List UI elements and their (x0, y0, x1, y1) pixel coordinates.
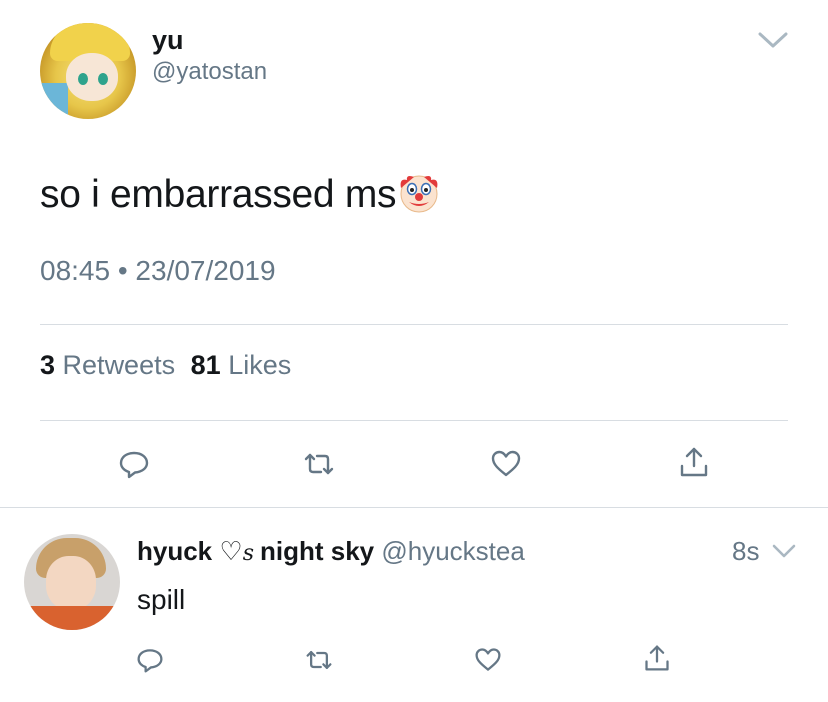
likes-label[interactable]: Likes (228, 350, 291, 380)
chevron-down-icon[interactable] (757, 30, 789, 50)
retweet-icon[interactable] (303, 448, 335, 480)
reply-author-avatar[interactable] (24, 534, 120, 630)
reply-author-name[interactable]: hyuck ♡s night sky (137, 536, 374, 566)
like-icon[interactable] (490, 448, 522, 480)
reply-author-handle[interactable]: @hyuckstea (381, 536, 524, 566)
divider (40, 420, 788, 421)
reply-header: hyuck ♡s night sky @hyuckstea (137, 536, 525, 567)
chevron-down-icon[interactable] (772, 543, 796, 559)
author-avatar[interactable] (40, 23, 136, 119)
reply-icon[interactable] (136, 646, 164, 674)
retweets-count[interactable]: 3 (40, 350, 55, 380)
tweet-text: so i embarrassed ms (40, 173, 397, 216)
likes-count[interactable]: 81 (191, 350, 221, 380)
section-divider (0, 507, 828, 508)
tweet-timestamp[interactable]: 08:45 • 23/07/2019 (40, 255, 276, 287)
like-icon[interactable] (474, 646, 502, 674)
reply-text: spill (137, 584, 186, 615)
retweet-icon[interactable] (305, 646, 333, 674)
reply-icon[interactable] (118, 448, 150, 480)
author-name[interactable]: yu (152, 25, 184, 56)
divider (40, 324, 788, 325)
share-icon[interactable] (678, 446, 710, 478)
heart-outline-icon: ♡ (219, 536, 243, 566)
author-handle[interactable]: @yatostan (152, 58, 267, 86)
tweet-text-container: so i embarrassed ms (40, 172, 440, 217)
tweet-stats: 3 Retweets 81 Likes (40, 350, 291, 381)
reply-time[interactable]: 8s (732, 536, 759, 567)
clown-face-emoji-icon (398, 172, 440, 214)
retweets-label[interactable]: Retweets (63, 350, 176, 380)
share-icon[interactable] (643, 644, 671, 672)
